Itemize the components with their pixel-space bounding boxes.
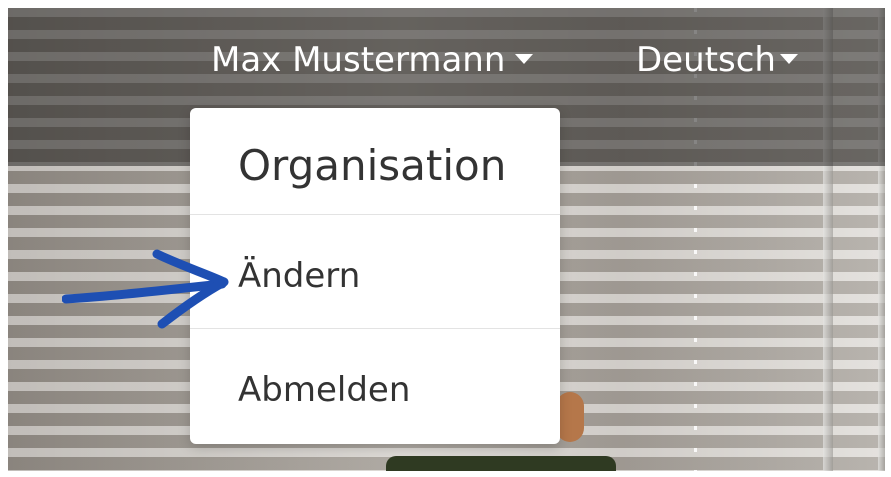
arrow-right-icon <box>62 249 229 329</box>
dropdown-header-organisation: Organisation <box>238 141 507 190</box>
user-name-label: Max Mustermann <box>211 40 506 80</box>
user-menu-toggle[interactable]: Max Mustermann <box>211 38 534 82</box>
menu-item-logout[interactable]: Abmelden <box>238 368 410 412</box>
background-hand <box>556 392 584 442</box>
language-menu-toggle[interactable]: Deutsch <box>636 38 798 82</box>
language-label: Deutsch <box>636 40 776 80</box>
caret-down-icon <box>515 53 534 64</box>
dropdown-divider <box>190 214 560 215</box>
menu-item-change[interactable]: Ändern <box>238 254 360 298</box>
background-person <box>386 456 616 471</box>
screenshot-frame: Max Mustermann Deutsch Organisation Ände… <box>8 8 885 471</box>
dropdown-divider <box>190 328 560 329</box>
user-dropdown-menu: Organisation Ändern Abmelden <box>190 108 560 444</box>
caret-down-icon <box>779 53 798 64</box>
